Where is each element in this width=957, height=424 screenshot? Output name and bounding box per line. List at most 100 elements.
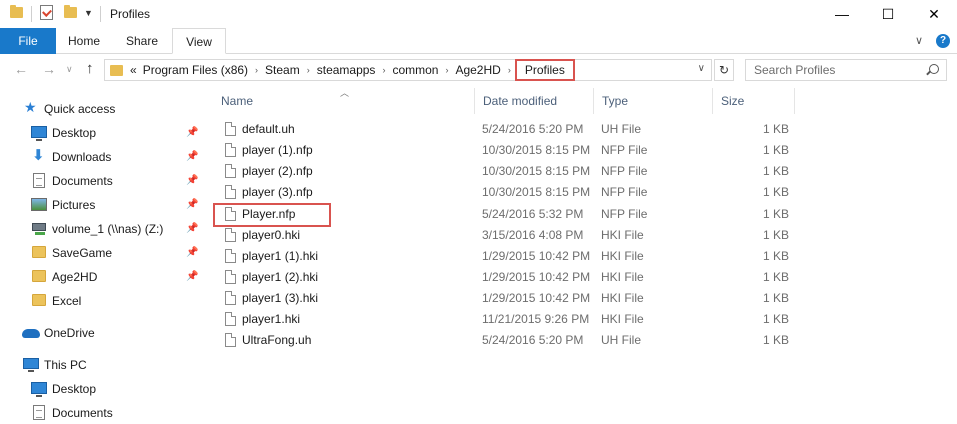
customize-quick-access-button[interactable]: ▼ — [84, 8, 93, 18]
nav-item-pc-desktop[interactable]: Desktop — [0, 377, 206, 401]
file-name: player1 (2).hki — [242, 270, 319, 284]
chevron-right-icon[interactable]: › — [251, 65, 262, 75]
nav-item-savegame[interactable]: SaveGame 📌 — [0, 241, 206, 265]
chevron-right-icon[interactable]: › — [303, 65, 314, 75]
table-row[interactable]: UltraFong.uh 5/24/2016 5:20 PM UH File 1… — [213, 330, 793, 351]
expand-ribbon-button[interactable]: ∨ — [915, 34, 923, 47]
table-row[interactable]: player1 (3).hki 1/29/2015 10:42 PM HKI F… — [213, 288, 793, 309]
file-icon — [225, 333, 236, 347]
breadcrumb-steam[interactable]: Steam — [262, 63, 303, 77]
star-icon: ★ — [24, 99, 37, 115]
breadcrumb-profiles[interactable]: Profiles — [514, 59, 575, 81]
pin-icon[interactable]: 📌 — [186, 127, 198, 138]
nav-item-pictures[interactable]: Pictures 📌 — [0, 193, 206, 217]
minimize-button[interactable]: — — [819, 0, 865, 28]
file-icon — [225, 312, 236, 326]
properties-button[interactable] — [40, 5, 53, 20]
back-button[interactable]: ← — [14, 61, 28, 77]
up-button[interactable]: ↑ — [86, 60, 94, 77]
file-date: 3/15/2016 4:08 PM — [482, 228, 584, 242]
search-box[interactable] — [745, 59, 947, 81]
desktop-icon — [31, 382, 47, 397]
nav-item-desktop[interactable]: Desktop 📌 — [0, 121, 206, 145]
breadcrumb-age2hd[interactable]: Age2HD — [452, 63, 503, 77]
column-header-size[interactable]: Size — [713, 88, 795, 114]
nav-onedrive[interactable]: OneDrive — [0, 321, 206, 345]
forward-button[interactable]: → — [42, 61, 56, 77]
file-size: 1 KB — [762, 291, 789, 305]
file-icon — [225, 291, 236, 305]
breadcrumb-program-files[interactable]: Program Files (x86) — [140, 63, 251, 77]
breadcrumb-common[interactable]: common — [389, 63, 441, 77]
file-icon — [225, 164, 236, 178]
file-size: 1 KB — [762, 270, 789, 284]
breadcrumb: « Program Files (x86) › Steam › steamapp… — [127, 59, 575, 81]
address-bar[interactable]: « Program Files (x86) › Steam › steamapp… — [104, 59, 712, 81]
file-icon — [225, 249, 236, 263]
file-size: 1 KB — [762, 333, 789, 347]
tab-share[interactable]: Share — [112, 28, 172, 54]
nav-this-pc[interactable]: This PC — [0, 353, 206, 377]
pin-icon[interactable]: 📌 — [186, 271, 198, 282]
table-row[interactable]: player1 (2).hki 1/29/2015 10:42 PM HKI F… — [213, 267, 793, 288]
toolbar-separator — [100, 6, 101, 22]
refresh-button[interactable]: ↻ — [714, 59, 734, 81]
nav-item-pc-documents[interactable]: Documents — [0, 401, 206, 424]
nav-label: Excel — [52, 294, 82, 308]
nav-label: Desktop — [52, 126, 97, 140]
desktop-icon — [31, 126, 47, 141]
pin-icon[interactable]: 📌 — [186, 199, 198, 210]
nav-label: Pictures — [52, 198, 96, 212]
nav-item-excel[interactable]: Excel — [0, 289, 206, 313]
nav-label: Downloads — [52, 150, 112, 164]
nav-item-downloads[interactable]: ⬇ Downloads 📌 — [0, 145, 206, 169]
pin-icon[interactable]: 📌 — [186, 175, 198, 186]
file-size: 1 KB — [762, 249, 789, 263]
column-header-type[interactable]: Type — [594, 88, 713, 114]
chevron-right-icon[interactable]: › — [378, 65, 389, 75]
recent-locations-button[interactable]: ∨ — [66, 64, 73, 75]
table-row[interactable]: player1 (1).hki 1/29/2015 10:42 PM HKI F… — [213, 246, 793, 267]
file-name: default.uh — [242, 122, 295, 136]
help-icon[interactable]: ? — [936, 34, 950, 48]
tab-file[interactable]: File — [0, 28, 56, 54]
nav-item-documents[interactable]: Documents 📌 — [0, 169, 206, 193]
file-date: 10/30/2015 8:15 PM — [482, 185, 591, 199]
table-row[interactable]: player (2).nfp 10/30/2015 8:15 PM NFP Fi… — [213, 161, 793, 182]
file-icon — [225, 228, 236, 242]
breadcrumb-overflow[interactable]: « — [127, 63, 140, 77]
chevron-down-icon[interactable]: ∨ — [698, 63, 705, 74]
tab-view[interactable]: View — [172, 28, 226, 54]
window-title: Profiles — [110, 7, 151, 21]
folder-icon — [10, 5, 23, 18]
chevron-right-icon[interactable]: › — [441, 65, 452, 75]
close-button[interactable]: ✕ — [911, 0, 957, 28]
search-icon[interactable] — [929, 64, 939, 74]
file-type: NFP File — [601, 143, 648, 157]
nav-quick-access[interactable]: ★ Quick access — [0, 97, 206, 121]
pin-icon[interactable]: 📌 — [186, 247, 198, 258]
nav-item-age2hd[interactable]: Age2HD 📌 — [0, 265, 206, 289]
pin-icon[interactable]: 📌 — [186, 151, 198, 162]
table-row[interactable]: player (3).nfp 10/30/2015 8:15 PM NFP Fi… — [213, 182, 793, 203]
new-folder-button[interactable] — [64, 5, 77, 18]
nav-item-volume1[interactable]: volume_1 (\\nas) (Z:) 📌 — [0, 217, 206, 241]
maximize-button[interactable]: ☐ — [865, 0, 911, 28]
file-size: 1 KB — [762, 122, 789, 136]
column-header-name[interactable]: Name — [213, 88, 475, 114]
tab-home[interactable]: Home — [56, 28, 112, 54]
table-row[interactable]: default.uh 5/24/2016 5:20 PM UH File 1 K… — [213, 119, 793, 140]
table-row[interactable]: player0.hki 3/15/2016 4:08 PM HKI File 1… — [213, 225, 793, 246]
column-header-date[interactable]: Date modified — [475, 88, 594, 114]
chevron-right-icon[interactable]: › — [504, 65, 515, 75]
search-input[interactable] — [747, 61, 917, 79]
file-type: NFP File — [601, 185, 648, 199]
pin-icon[interactable]: 📌 — [186, 223, 198, 234]
file-date: 5/24/2016 5:20 PM — [482, 122, 584, 136]
table-row[interactable]: player1.hki 11/21/2015 9:26 PM HKI File … — [213, 309, 793, 330]
file-size: 1 KB — [762, 207, 789, 221]
breadcrumb-steamapps[interactable]: steamapps — [314, 63, 379, 77]
file-type: HKI File — [601, 249, 644, 263]
table-row[interactable]: player (1).nfp 10/30/2015 8:15 PM NFP Fi… — [213, 140, 793, 161]
nav-label: SaveGame — [52, 246, 113, 260]
